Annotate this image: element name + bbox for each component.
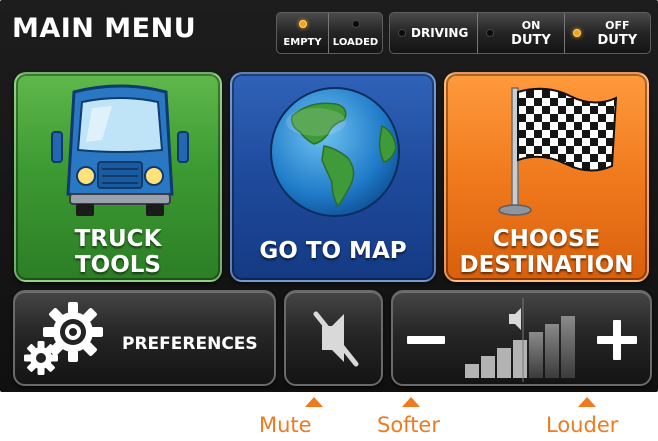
minus-icon — [407, 336, 445, 344]
checkered-flag-icon — [498, 87, 618, 216]
driving-status-label: DRIVING — [411, 26, 469, 40]
preferences-label: PREFERENCES — [122, 334, 258, 354]
mute-annotation: Mute — [259, 413, 312, 437]
louder-pointer-icon — [578, 397, 596, 407]
loaded-status-button[interactable]: LOADED — [328, 13, 382, 53]
empty-status-label: EMPTY — [283, 37, 322, 48]
truck-tools-button[interactable]: TRUCK TOOLS — [14, 72, 222, 282]
preferences-button[interactable]: PREFERENCES — [13, 290, 276, 386]
page-title: MAIN MENU — [12, 13, 197, 44]
driving-status-indicator-icon — [398, 29, 406, 37]
choose-destination-label-line2: DESTINATION — [459, 252, 634, 278]
on-duty-label-line1: ON — [521, 19, 541, 32]
go-to-map-label: GO TO MAP — [259, 238, 407, 264]
mute-pointer-icon — [305, 397, 323, 407]
gears-icon — [24, 302, 103, 375]
off-duty-label-line2: DUTY — [597, 33, 638, 48]
volume-level-icon — [465, 298, 575, 382]
empty-status-indicator-icon — [299, 20, 307, 28]
softer-annotation: Softer — [377, 413, 440, 437]
load-status-group: EMPTY LOADED — [276, 12, 383, 54]
choose-destination-label-line1: CHOOSE — [492, 226, 601, 252]
volume-control-group — [391, 290, 652, 386]
truck-icon — [51, 84, 189, 216]
softer-pointer-icon — [402, 397, 420, 407]
on-duty-status-button[interactable]: ON DUTY — [477, 13, 563, 53]
speaker-muted-icon — [313, 311, 359, 367]
choose-destination-button[interactable]: CHOOSE DESTINATION — [444, 72, 649, 282]
plus-icon — [597, 320, 637, 360]
duty-status-group: DRIVING ON DUTY OFF DUTY — [389, 12, 651, 54]
on-duty-status-indicator-icon — [486, 29, 495, 37]
off-duty-status-indicator-icon — [572, 29, 581, 37]
globe-icon — [270, 87, 400, 217]
off-duty-status-button[interactable]: OFF DUTY — [563, 13, 650, 53]
truck-tools-label-line2: TOOLS — [74, 252, 161, 278]
off-duty-label-line1: OFF — [605, 19, 630, 32]
driving-status-button[interactable]: DRIVING — [390, 13, 477, 53]
mute-button[interactable] — [284, 290, 383, 386]
softer-button[interactable] — [393, 292, 459, 384]
truck-tools-label-line1: TRUCK — [74, 226, 162, 252]
empty-status-button[interactable]: EMPTY — [277, 13, 328, 53]
louder-annotation: Louder — [546, 413, 619, 437]
go-to-map-button[interactable]: GO TO MAP — [230, 72, 436, 282]
on-duty-label-line2: DUTY — [511, 33, 551, 48]
loaded-status-indicator-icon — [352, 20, 361, 28]
loaded-status-label: LOADED — [332, 37, 379, 48]
main-menu-screen: MAIN MENU EMPTY LOADED DRIVING ON DUTY O… — [0, 0, 658, 392]
louder-button[interactable] — [585, 292, 650, 384]
